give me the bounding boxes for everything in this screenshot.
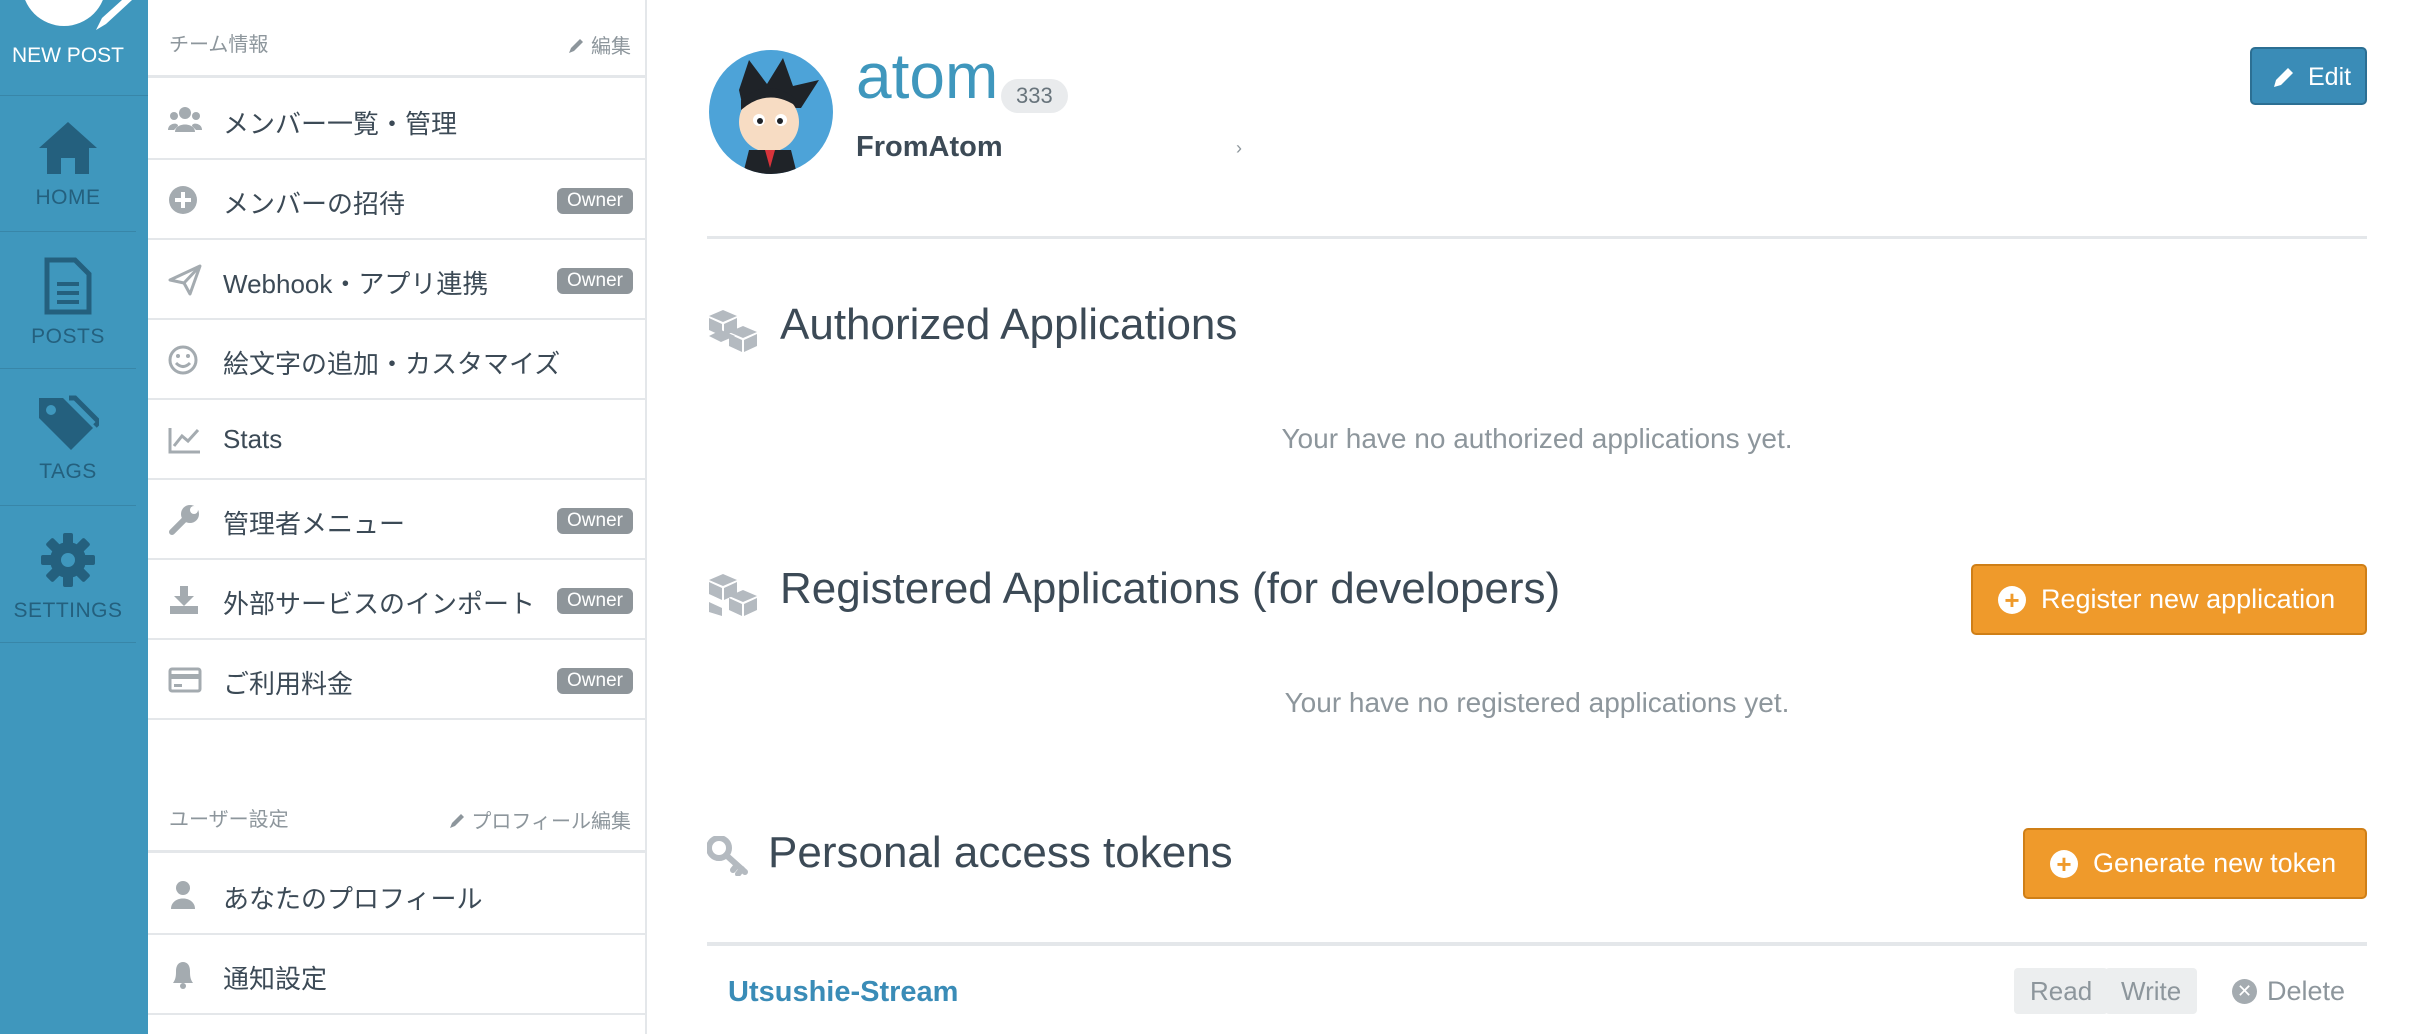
register-button-label: Register new application [2041, 584, 2336, 614]
scope-read-tag: Read [2014, 968, 2109, 1014]
plus-circle-icon: + [1998, 586, 2026, 614]
sidebar-item-invite[interactable]: メンバーの招待 Owner [148, 160, 645, 240]
team-info-title: チーム情報 [169, 34, 269, 56]
pencil-icon [2274, 68, 2293, 87]
settings-sidebar: チーム情報 編集 メンバー一覧・管理 メンバーの招待 Owner Webhook… [148, 0, 647, 1034]
chevron-right-icon: › [1236, 138, 1242, 158]
close-icon: ✕ [2232, 979, 2257, 1004]
user-icon [171, 881, 195, 909]
generate-token-button[interactable]: + Generate new token [2023, 828, 2367, 899]
key-icon [707, 836, 748, 876]
chart-icon [168, 428, 200, 454]
nav-home-label: HOME [35, 186, 101, 209]
main-content: atom 333 FromAtom › Edit Authorized Appl… [649, 0, 2418, 1034]
register-application-button[interactable]: + Register new application [1971, 564, 2367, 635]
users-icon [168, 107, 202, 132]
avatar [709, 50, 833, 174]
download-icon [170, 586, 198, 614]
sidebar-item-label: 絵文字の追加・カスタマイズ [223, 349, 561, 379]
team-edit-label: 編集 [591, 36, 631, 58]
sidebar-item-label: Webhook・アプリ連携 [223, 269, 489, 299]
nav-home[interactable]: HOME [0, 96, 136, 232]
cubes-icon [709, 574, 757, 616]
document-icon [44, 257, 92, 315]
sidebar-item-admin[interactable]: 管理者メニュー Owner [148, 480, 645, 560]
owner-badge: Owner [557, 508, 633, 534]
sidebar-item-label: 管理者メニュー [223, 509, 406, 539]
divider [707, 942, 2367, 946]
profile-username: atom [856, 40, 999, 112]
authorized-apps-empty: Your have no authorized applications yet… [1281, 423, 1793, 454]
plus-circle-icon [169, 186, 197, 214]
nav-tags-label: TAGS [39, 460, 97, 483]
sidebar-item-members[interactable]: メンバー一覧・管理 [148, 80, 645, 160]
registered-apps-title: Registered Applications (for developers) [780, 564, 1561, 613]
token-name-link[interactable]: Utsushie-Stream [728, 976, 958, 1009]
generate-button-label: Generate new token [2093, 848, 2337, 878]
nav-posts[interactable]: POSTS [0, 233, 136, 369]
sidebar-item-import[interactable]: 外部サービスのインポート Owner [148, 560, 645, 640]
sidebar-item-label: メンバー一覧・管理 [223, 109, 458, 139]
profile-edit-link[interactable]: プロフィール編集 [448, 805, 631, 834]
paper-plane-icon [168, 264, 202, 296]
divider [707, 236, 2367, 239]
pencil-icon [449, 814, 464, 828]
sidebar-item-label: メンバーの招待 [223, 189, 406, 219]
new-post-button[interactable]: NEW POST [0, 0, 148, 96]
owner-badge: Owner [557, 668, 633, 694]
sidebar-item-label: ご利用料金 [223, 669, 354, 699]
new-post-label: NEW POST [11, 44, 124, 67]
profile-edit-label: プロフィール編集 [471, 811, 631, 833]
credit-card-icon [168, 667, 202, 693]
profile-screen-name: FromAtom [856, 131, 1003, 163]
sidebar-item-notifications[interactable]: 通知設定 [148, 935, 645, 1015]
tokens-title: Personal access tokens [768, 828, 1233, 877]
edit-button-label: Edit [2308, 63, 2352, 91]
pencil-icon [569, 39, 584, 53]
nav-settings-label: SETTINGS [13, 599, 123, 622]
sidebar-item-billing[interactable]: ご利用料金 Owner [148, 640, 645, 720]
plus-circle-icon: + [2050, 850, 2078, 878]
owner-badge: Owner [557, 588, 633, 614]
sidebar-item-webhook[interactable]: Webhook・アプリ連携 Owner [148, 240, 645, 320]
scope-write-tag: Write [2105, 968, 2198, 1014]
sidebar-item-label: 外部サービスのインポート [223, 589, 536, 619]
nav-tags[interactable]: TAGS [0, 370, 136, 506]
pencil-icon [96, 0, 132, 30]
sidebar-item-label: あなたのプロフィール [223, 884, 483, 914]
gear-icon [41, 533, 95, 587]
user-settings-title: ユーザー設定 [169, 809, 289, 831]
cubes-icon [709, 310, 757, 352]
bell-icon [173, 962, 193, 989]
avatar-image [739, 58, 819, 174]
registered-apps-empty: Your have no registered applications yet… [1284, 687, 1790, 718]
nav-settings[interactable]: SETTINGS [0, 507, 136, 643]
team-info-header: チーム情報 編集 [148, 0, 645, 78]
left-nav: NEW POST HOME POSTS TAGS SETTINGS [0, 0, 148, 1034]
smiley-icon [168, 345, 198, 375]
user-settings-header: ユーザー設定 プロフィール編集 [148, 775, 645, 853]
delete-label: Delete [2267, 976, 2346, 1006]
wrench-icon [169, 505, 199, 535]
sidebar-item-stats[interactable]: Stats [148, 400, 645, 480]
delete-token-button[interactable]: ✕ Delete [2232, 968, 2345, 1014]
tags-icon [39, 395, 99, 450]
sidebar-item-emoji[interactable]: 絵文字の追加・カスタマイズ [148, 320, 645, 400]
team-edit-link[interactable]: 編集 [567, 30, 631, 59]
sidebar-item-label: 通知設定 [223, 964, 328, 994]
sidebar-item-label: Stats [223, 424, 283, 454]
home-icon [39, 122, 97, 174]
sidebar-item-profile[interactable]: あなたのプロフィール [148, 855, 645, 935]
edit-profile-button[interactable]: Edit [2250, 47, 2367, 105]
owner-badge: Owner [557, 188, 633, 214]
authorized-apps-title: Authorized Applications [780, 300, 1238, 349]
owner-badge: Owner [557, 268, 633, 294]
nav-posts-label: POSTS [31, 325, 105, 348]
post-count-badge: 333 [1001, 79, 1068, 113]
